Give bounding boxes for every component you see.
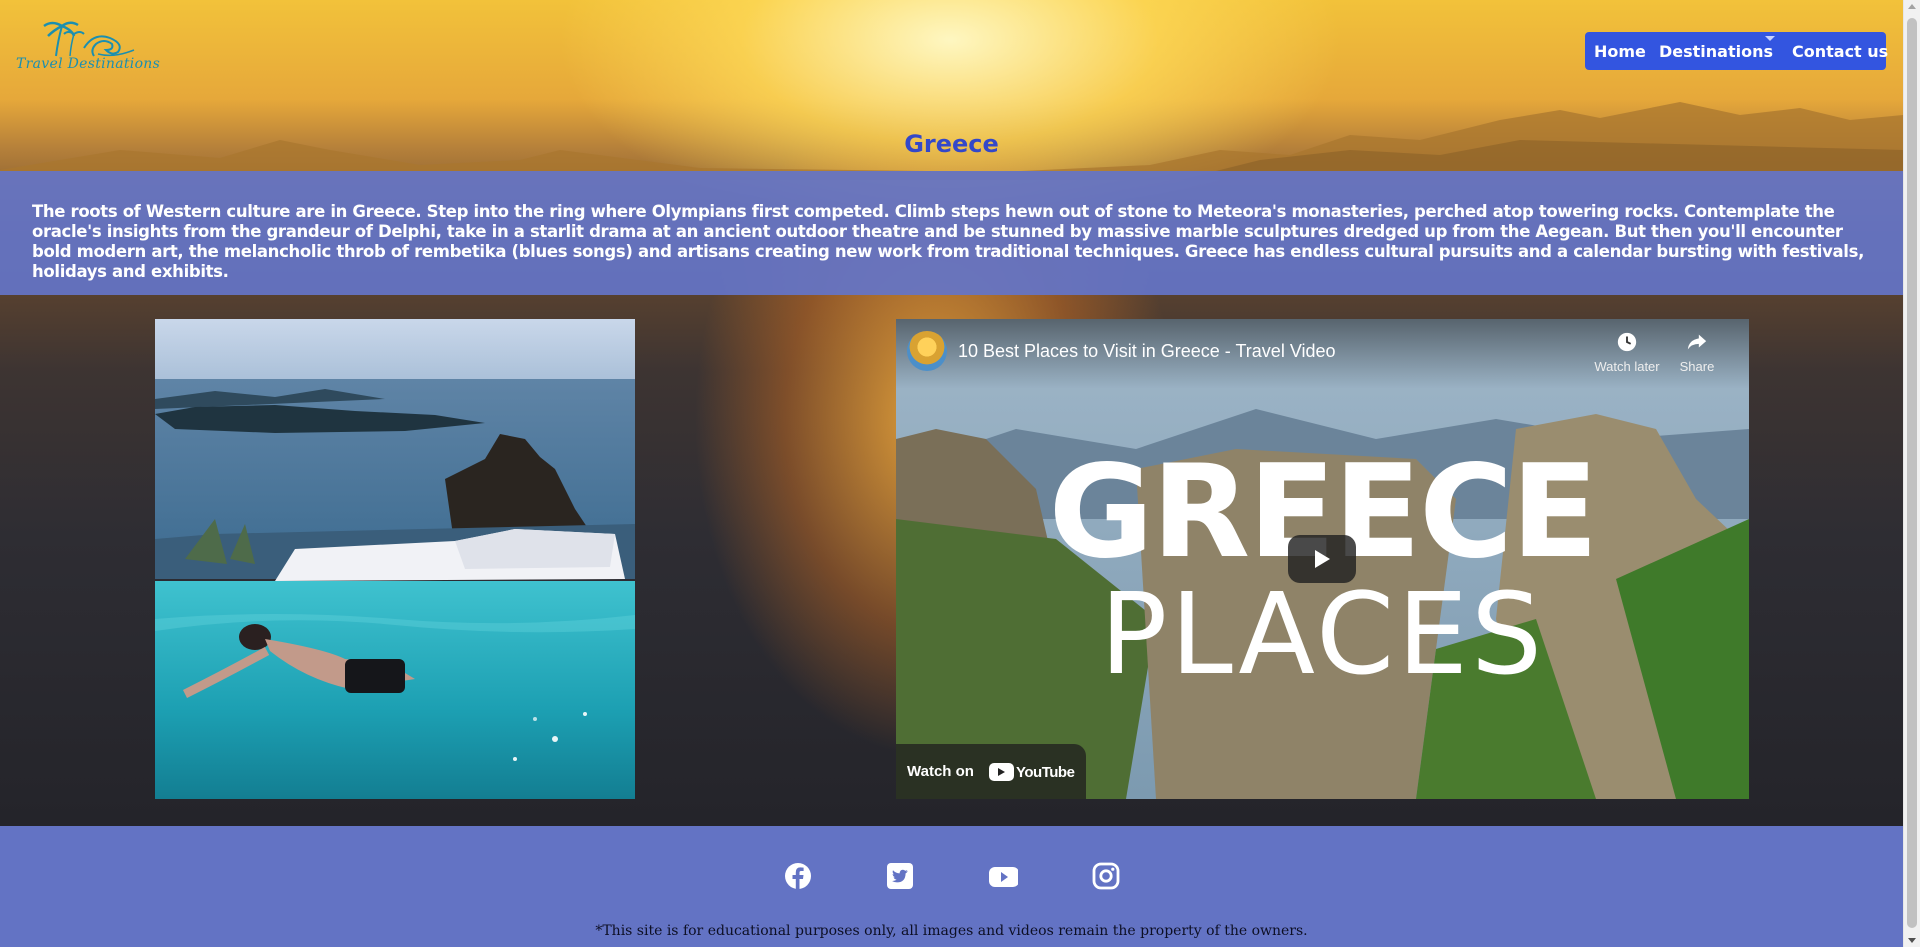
youtube-brand-text: YouTube xyxy=(1016,763,1075,781)
intro-paragraph: The roots of Western culture are in Gree… xyxy=(32,202,1864,281)
watch-on-label: Watch on xyxy=(907,763,974,780)
share-label: Share xyxy=(1679,359,1715,374)
nav-home-link[interactable]: Home xyxy=(1594,42,1646,61)
site-footer: *This site is for educational purposes o… xyxy=(0,826,1903,947)
footer-disclaimer: *This site is for educational purposes o… xyxy=(595,923,1308,939)
scrollbar-thumb[interactable] xyxy=(1907,18,1917,928)
thumbnail-subheadline: PLACES xyxy=(1099,570,1546,700)
logo-text: Travel Destinations xyxy=(16,56,161,72)
play-button[interactable] xyxy=(1288,535,1356,583)
nav-contact-link[interactable]: Contact us xyxy=(1792,42,1888,61)
video-title[interactable]: 10 Best Places to Visit in Greece - Trav… xyxy=(958,341,1336,362)
youtube-icon[interactable] xyxy=(988,862,1018,890)
dropdown-caret-icon[interactable] xyxy=(1765,36,1775,41)
facebook-icon[interactable] xyxy=(784,862,812,890)
vertical-scrollbar[interactable] xyxy=(1903,0,1920,947)
instagram-icon[interactable] xyxy=(1092,862,1120,890)
youtube-embed[interactable]: 10 Best Places to Visit in Greece - Trav… xyxy=(896,319,1749,799)
youtube-play-icon xyxy=(989,763,1014,781)
youtube-logo: YouTube xyxy=(987,762,1075,782)
clock-icon xyxy=(1617,332,1637,352)
palm-tree-icon xyxy=(43,21,135,57)
channel-avatar[interactable] xyxy=(907,331,947,371)
main-navigation: Home Destinations Contact us xyxy=(1585,32,1888,70)
watch-later-button[interactable]: Watch later xyxy=(1587,331,1667,374)
play-icon xyxy=(1315,550,1330,568)
watch-on-youtube-button[interactable]: Watch on YouTube xyxy=(896,744,1086,799)
site-logo[interactable]: Travel Destinations xyxy=(14,20,164,76)
page-title: Greece xyxy=(904,130,999,158)
scroll-down-arrow-icon[interactable] xyxy=(1908,938,1916,943)
twitter-icon[interactable] xyxy=(886,862,914,890)
scroll-up-arrow-icon[interactable] xyxy=(1908,4,1916,9)
intro-section: The roots of Western culture are in Gree… xyxy=(0,171,1903,295)
nav-destinations-link[interactable]: Destinations xyxy=(1659,42,1773,61)
watch-later-label: Watch later xyxy=(1594,359,1660,374)
share-arrow-icon xyxy=(1687,334,1707,350)
greece-pool-photo xyxy=(155,319,635,799)
share-button[interactable]: Share xyxy=(1672,331,1722,374)
